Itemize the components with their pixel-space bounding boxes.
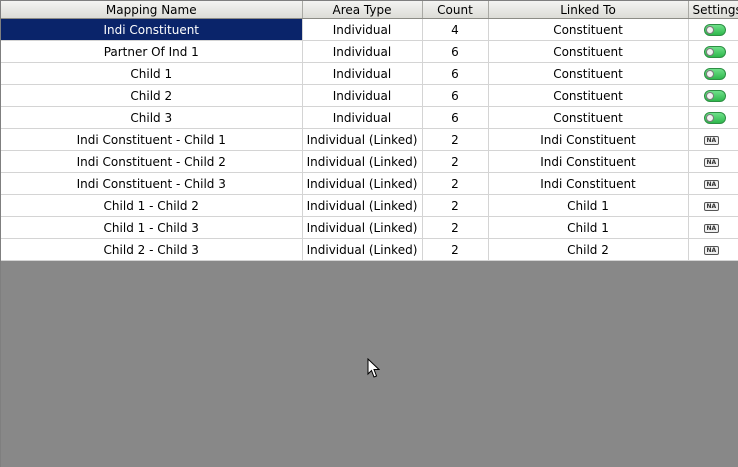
- cell-mapping-name[interactable]: Indi Constituent - Child 2: [1, 150, 303, 173]
- na-badge[interactable]: NA: [703, 245, 720, 255]
- cell-count[interactable]: 6: [422, 106, 489, 129]
- cell-area-type[interactable]: Individual (Linked): [302, 238, 423, 261]
- cell-linked-to[interactable]: Constituent: [488, 40, 689, 63]
- cell-mapping-name[interactable]: Child 1 - Child 3: [1, 216, 303, 239]
- cell-settings[interactable]: NA: [688, 172, 738, 195]
- table-row[interactable]: Child 1 - Child 3 Individual (Linked) 2 Chi…: [1, 216, 738, 239]
- table-row[interactable]: Partner Of Ind 1 Individual 6 Constituent: [1, 40, 738, 63]
- cell-area-type[interactable]: Individual (Linked): [302, 172, 423, 195]
- cell-area-type[interactable]: Individual (Linked): [302, 128, 423, 151]
- toggle-icon[interactable]: [703, 112, 726, 124]
- table-row[interactable]: Indi Constituent - Child 2 Individual (Li…: [1, 150, 738, 173]
- cell-settings[interactable]: NA: [688, 150, 738, 173]
- cell-linked-to[interactable]: Indi Constituent: [488, 150, 689, 173]
- table-row[interactable]: Indi Constituent Individual 4 Constituent: [1, 18, 738, 41]
- cell-settings[interactable]: [688, 62, 738, 85]
- cell-area-type[interactable]: Individual: [302, 18, 423, 41]
- column-header-settings[interactable]: Settings: [688, 1, 738, 19]
- cell-area-type[interactable]: Individual: [302, 84, 423, 107]
- cell-linked-to[interactable]: Child 1: [488, 194, 689, 217]
- cell-area-type[interactable]: Individual: [302, 106, 423, 129]
- toggle-icon[interactable]: [703, 68, 726, 80]
- cell-mapping-name[interactable]: Child 1 - Child 2: [1, 194, 303, 217]
- toggle-icon[interactable]: [703, 46, 726, 58]
- cell-mapping-name[interactable]: Child 2: [1, 84, 303, 107]
- cell-area-type[interactable]: Individual: [302, 62, 423, 85]
- column-header-count[interactable]: Count: [422, 1, 489, 19]
- cell-linked-to[interactable]: Constituent: [488, 62, 689, 85]
- cell-mapping-name[interactable]: Indi Constituent - Child 1: [1, 128, 303, 151]
- cell-area-type[interactable]: Individual (Linked): [302, 194, 423, 217]
- table-row[interactable]: Child 2 Individual 6 Constituent: [1, 84, 738, 107]
- table-row[interactable]: Child 1 Individual 6 Constituent: [1, 62, 738, 85]
- cell-count[interactable]: 6: [422, 84, 489, 107]
- cell-count[interactable]: 6: [422, 40, 489, 63]
- cell-linked-to[interactable]: Child 1: [488, 216, 689, 239]
- mapping-table: Mapping Name Area Type Count Linked To S…: [1, 1, 738, 261]
- cell-count[interactable]: 2: [422, 216, 489, 239]
- table-row[interactable]: Indi Constituent - Child 3 Individual (Li…: [1, 172, 738, 195]
- cell-count[interactable]: 2: [422, 194, 489, 217]
- cell-settings[interactable]: NA: [688, 194, 738, 217]
- na-badge[interactable]: NA: [703, 179, 720, 189]
- na-badge[interactable]: NA: [703, 157, 720, 167]
- column-header-mapping-name[interactable]: Mapping Name: [1, 1, 303, 19]
- cell-mapping-name[interactable]: Child 2 - Child 3: [1, 238, 303, 261]
- cell-linked-to[interactable]: Indi Constituent: [488, 172, 689, 195]
- cell-mapping-name[interactable]: Child 1: [1, 62, 303, 85]
- table-row[interactable]: Indi Constituent - Child 1 Individual (Li…: [1, 128, 738, 151]
- cell-settings[interactable]: [688, 40, 738, 63]
- cell-area-type[interactable]: Individual: [302, 40, 423, 63]
- table-header-row: Mapping Name Area Type Count Linked To S…: [1, 1, 738, 19]
- cell-count[interactable]: 2: [422, 150, 489, 173]
- mapping-grid-panel: Mapping Name Area Type Count Linked To S…: [0, 0, 738, 467]
- cell-count[interactable]: 2: [422, 238, 489, 261]
- column-header-linked-to[interactable]: Linked To: [488, 1, 689, 19]
- cell-mapping-name[interactable]: Indi Constituent - Child 3: [1, 172, 303, 195]
- cell-area-type[interactable]: Individual (Linked): [302, 150, 423, 173]
- cell-mapping-name[interactable]: Child 3: [1, 106, 303, 129]
- cell-area-type[interactable]: Individual (Linked): [302, 216, 423, 239]
- cell-linked-to[interactable]: Constituent: [488, 18, 689, 41]
- table-row[interactable]: Child 2 - Child 3 Individual (Linked) 2 Chi…: [1, 238, 738, 261]
- cell-linked-to[interactable]: Constituent: [488, 84, 689, 107]
- mouse-pointer-icon: [367, 358, 380, 378]
- na-badge[interactable]: NA: [703, 223, 720, 233]
- cell-count[interactable]: 4: [422, 18, 489, 41]
- cell-count[interactable]: 6: [422, 62, 489, 85]
- table-row[interactable]: Child 1 - Child 2 Individual (Linked) 2 Chi…: [1, 194, 738, 217]
- table-body: Indi Constituent Individual 4 Constituent Pa…: [1, 18, 738, 261]
- cell-settings[interactable]: NA: [688, 216, 738, 239]
- cell-count[interactable]: 2: [422, 128, 489, 151]
- toggle-icon[interactable]: [703, 24, 726, 36]
- cell-settings[interactable]: NA: [688, 238, 738, 261]
- cell-count[interactable]: 2: [422, 172, 489, 195]
- cell-mapping-name[interactable]: Partner Of Ind 1: [1, 40, 303, 63]
- toggle-icon[interactable]: [703, 90, 726, 102]
- cell-settings[interactable]: [688, 106, 738, 129]
- column-header-area-type[interactable]: Area Type: [302, 1, 423, 19]
- cell-settings[interactable]: [688, 84, 738, 107]
- cell-linked-to[interactable]: Indi Constituent: [488, 128, 689, 151]
- cell-mapping-name[interactable]: Indi Constituent: [1, 18, 303, 41]
- cell-linked-to[interactable]: Child 2: [488, 238, 689, 261]
- table-row[interactable]: Child 3 Individual 6 Constituent: [1, 106, 738, 129]
- cell-settings[interactable]: [688, 18, 738, 41]
- na-badge[interactable]: NA: [703, 135, 720, 145]
- cell-linked-to[interactable]: Constituent: [488, 106, 689, 129]
- cell-settings[interactable]: NA: [688, 128, 738, 151]
- na-badge[interactable]: NA: [703, 201, 720, 211]
